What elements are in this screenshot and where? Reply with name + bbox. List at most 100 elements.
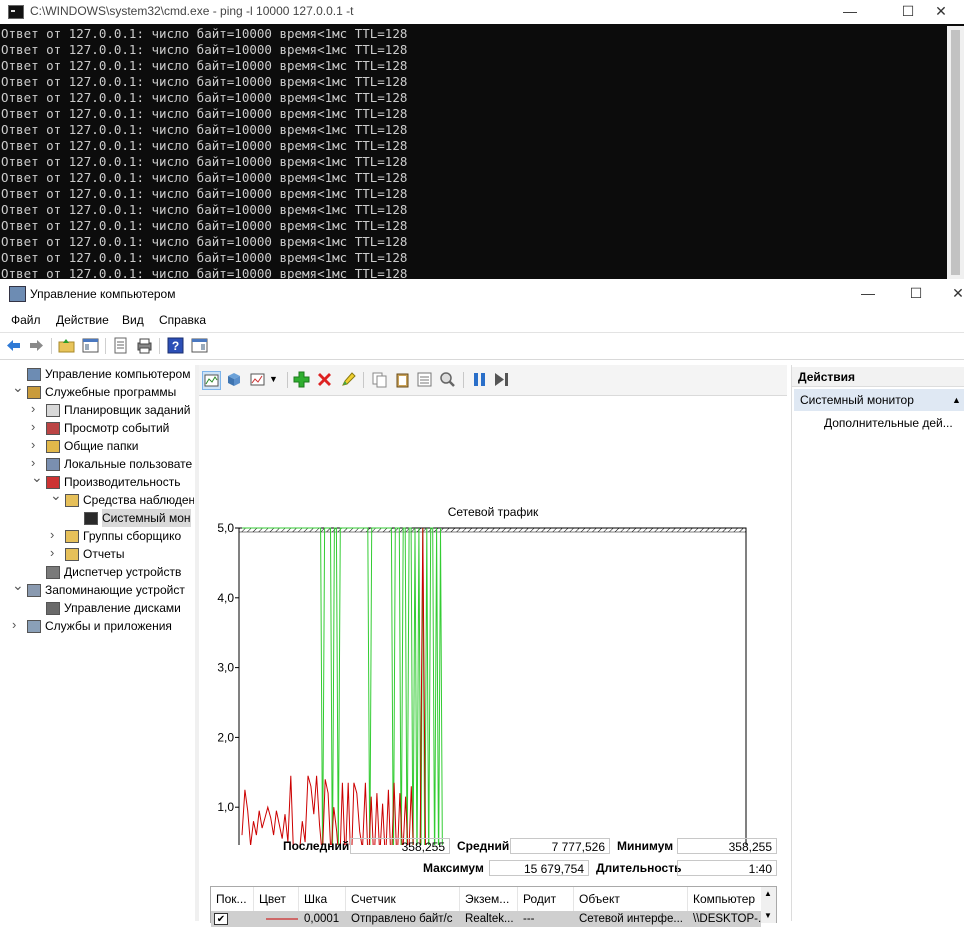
tree-item[interactable]: Управление компьютером (л <box>4 365 194 383</box>
collapse-arrow-icon[interactable]: ⌄ <box>50 486 62 504</box>
column-object[interactable]: Объект <box>574 887 688 911</box>
tree-item[interactable]: › Службы и приложения <box>4 617 194 635</box>
cmd-output-line: Ответ от 127.0.0.1: число байт=10000 вре… <box>1 42 408 57</box>
help-icon[interactable]: ? <box>167 337 184 354</box>
actions-pane: Действия Системный монитор ▲ Дополнитель… <box>791 365 964 921</box>
clock-icon <box>46 404 60 417</box>
expand-arrow-icon[interactable]: › <box>50 544 60 562</box>
actions-system-monitor[interactable]: Системный монитор <box>794 389 964 411</box>
collapse-arrow-icon[interactable]: ⌄ <box>12 576 24 594</box>
menu-help[interactable]: Справка <box>159 313 206 327</box>
column-color[interactable]: Цвет <box>254 887 299 911</box>
cmd-scrollbar-thumb[interactable] <box>951 30 960 275</box>
cmd-output-line: Ответ от 127.0.0.1: число байт=10000 вре… <box>1 58 408 73</box>
expand-arrow-icon[interactable]: › <box>31 436 41 454</box>
column-scale[interactable]: Шка <box>299 887 346 911</box>
maximize-button[interactable]: ☐ <box>893 282 939 306</box>
print-icon[interactable] <box>136 337 153 354</box>
stat-avg-value: 7 777,526 <box>510 838 610 854</box>
cmd-output-line: Ответ от 127.0.0.1: число байт=10000 вре… <box>1 122 408 137</box>
show-action-pane-icon[interactable] <box>191 337 208 354</box>
more-actions-link[interactable]: Дополнительные дей... <box>824 416 953 430</box>
mmc-titlebar[interactable]: Управление компьютером — ☐ ✕ <box>0 279 964 309</box>
tree-item[interactable]: Системный мон <box>4 509 194 527</box>
upper-limit-band <box>238 527 747 533</box>
tree-item[interactable]: Диспетчер устройств <box>4 563 194 581</box>
tree-item-label: Локальные пользовате <box>64 457 193 471</box>
cmd-title: C:\WINDOWS\system32\cmd.exe - ping -l 10… <box>30 4 354 18</box>
cell-object: Сетевой интерфе... <box>579 913 683 925</box>
tree-item[interactable]: › Группы сборщико <box>4 527 194 545</box>
stat-min-value: 358,255 <box>677 838 777 854</box>
tree-item[interactable]: › Отчеты <box>4 545 194 563</box>
tree-item[interactable]: ⌄ Средства наблюден <box>4 487 194 509</box>
cell-instance: Realtek... <box>465 913 514 925</box>
cmd-output-line: Ответ от 127.0.0.1: число байт=10000 вре… <box>1 234 408 249</box>
expand-arrow-icon[interactable]: › <box>31 400 41 418</box>
stat-last-label: Последний <box>283 839 350 853</box>
tree-item[interactable]: › Просмотр событий <box>4 419 194 437</box>
collapse-arrow-icon[interactable]: ▲ <box>952 395 961 405</box>
column-counter[interactable]: Счетчик <box>346 887 460 911</box>
expand-arrow-icon[interactable]: › <box>50 526 60 544</box>
stat-avg-label: Средний <box>457 839 510 853</box>
reports-folder-icon <box>65 548 79 561</box>
tree-item[interactable]: › Планировщик заданий <box>4 401 194 419</box>
tree-item[interactable]: › Общие папки <box>4 437 194 455</box>
tools-icon <box>27 386 41 399</box>
close-button[interactable]: ✕ <box>935 282 964 306</box>
cmd-output-line: Ответ от 127.0.0.1: число байт=10000 вре… <box>1 186 408 201</box>
tree-item-label: Группы сборщико <box>83 529 182 543</box>
menu-action[interactable]: Действие <box>56 313 109 327</box>
stat-min-label: Минимум <box>617 839 674 853</box>
back-arrow-icon[interactable] <box>5 337 22 354</box>
column-parent[interactable]: Родит <box>518 887 574 911</box>
tree-item-label: Общие папки <box>64 439 139 453</box>
tree-item[interactable]: ⌄ Производительность <box>4 469 194 491</box>
expand-arrow-icon[interactable]: › <box>31 418 41 436</box>
menu-view[interactable]: Вид <box>122 313 144 327</box>
shared-folder-icon <box>46 440 60 453</box>
show-checkbox[interactable]: ✔ <box>214 913 228 925</box>
stat-max-label: Максимум <box>423 861 484 875</box>
up-folder-icon[interactable] <box>58 337 75 354</box>
expand-arrow-icon[interactable]: › <box>12 616 22 634</box>
menu-file[interactable]: Файл <box>11 313 41 327</box>
minimize-button[interactable]: — <box>845 282 891 306</box>
cmd-output-line: Ответ от 127.0.0.1: число байт=10000 вре… <box>1 202 408 217</box>
column-instance[interactable]: Экзем... <box>460 887 518 911</box>
tree-item-label: Отчеты <box>83 547 125 561</box>
traffic-chart[interactable]: 5,04,03,02,01,00,020:15:5420:16:0520:16:… <box>199 365 787 845</box>
tree-item-label: Планировщик заданий <box>64 403 191 417</box>
properties-icon[interactable] <box>112 337 129 354</box>
cell-scale: 0,0001 <box>304 913 340 925</box>
collapse-arrow-icon[interactable]: ⌄ <box>12 378 24 396</box>
table-scrollbar[interactable]: ▲ ▼ <box>761 887 776 923</box>
tree-item[interactable]: ⌄ Запоминающие устройст <box>4 577 194 599</box>
disk-icon <box>46 602 60 615</box>
cell-computer: \\DESKTOP-... <box>693 913 762 925</box>
tree-item[interactable]: ⌄ Служебные программы <box>4 379 194 401</box>
scroll-down-icon[interactable]: ▼ <box>764 911 772 920</box>
tree-item-label: Системный мон <box>102 509 191 527</box>
cmd-output-line: Ответ от 127.0.0.1: число байт=10000 вре… <box>1 170 408 185</box>
y-tick-label: 2,0 <box>217 730 234 744</box>
tree-item[interactable]: Управление дисками <box>4 599 194 617</box>
collapse-arrow-icon[interactable]: ⌄ <box>31 468 43 486</box>
cmd-output[interactable]: Ответ от 127.0.0.1: число байт=10000 вре… <box>0 26 964 279</box>
forward-arrow-icon[interactable] <box>28 337 45 354</box>
cmd-output-line: Ответ от 127.0.0.1: число байт=10000 вре… <box>1 138 408 153</box>
cmd-minimize-button[interactable]: — <box>827 0 873 24</box>
scroll-up-icon[interactable]: ▲ <box>764 889 772 898</box>
cmd-scrollbar[interactable] <box>947 26 964 279</box>
cmd-titlebar[interactable]: C:\WINDOWS\system32\cmd.exe - ping -l 10… <box>0 0 964 24</box>
table-row[interactable]: ✔ 0,0001 Отправлено байт/с Realtek... --… <box>211 911 762 927</box>
main-toolbar: ? <box>0 332 964 360</box>
column-show[interactable]: Пок... <box>211 887 254 911</box>
column-computer[interactable]: Компьютер <box>688 887 762 911</box>
cmd-close-button[interactable]: ✕ <box>918 0 964 24</box>
storage-icon <box>27 584 41 597</box>
tree-item-label: Производительность <box>64 475 181 489</box>
table-header: Пок... Цвет Шка Счетчик Экзем... Родит О… <box>211 887 776 912</box>
show-hide-tree-icon[interactable] <box>82 337 99 354</box>
